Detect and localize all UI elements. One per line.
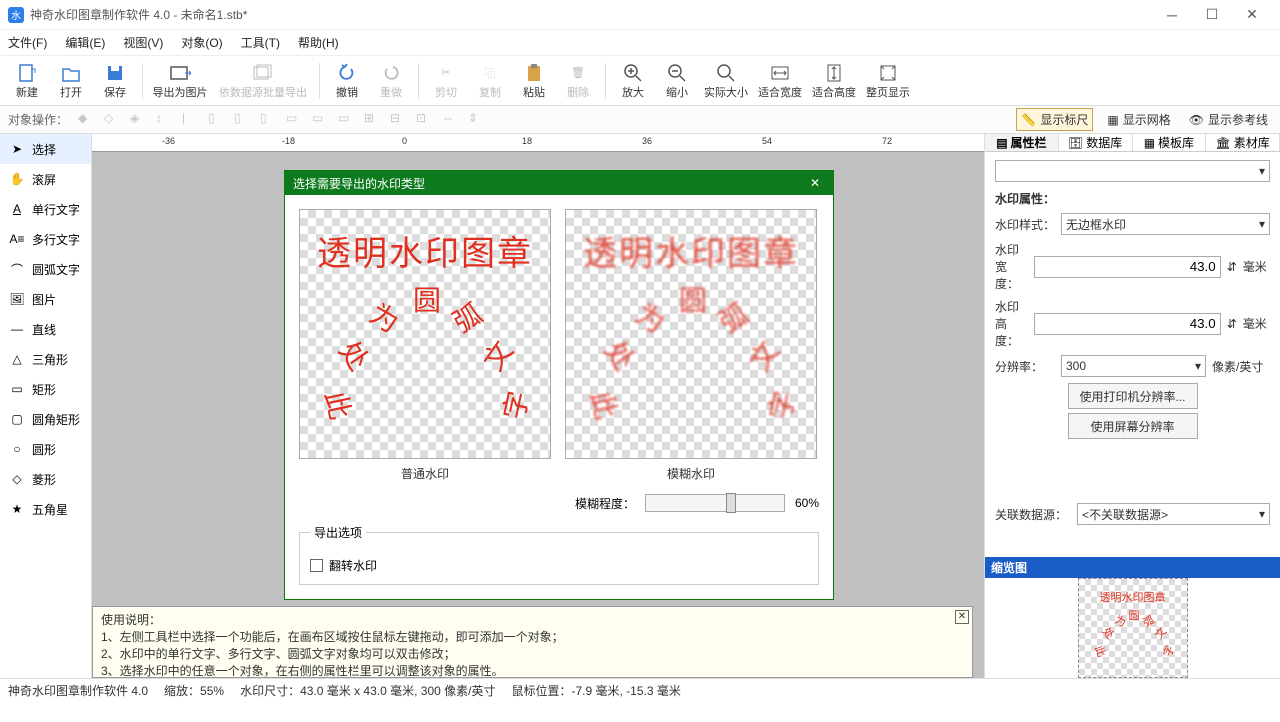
thumbnail-header: 缩览图 [985,557,1280,578]
export-options: 导出选项 翻转水印 [299,524,819,585]
tb-copy[interactable]: ⿻复制 [469,57,511,105]
checkbox-icon [310,559,323,572]
tab-templates[interactable]: ▦ 模板库 [1133,134,1207,151]
help-close-button[interactable]: ✕ [955,610,969,624]
tb-open[interactable]: 打开 [50,57,92,105]
ruler-horizontal: -36 -18 0 18 36 54 72 [92,134,984,152]
tb-new[interactable]: 新建 [6,57,48,105]
object-selector[interactable]: ▾ [995,160,1270,182]
dialog-title: 选择需要导出的水印类型 [293,175,425,192]
tb-fit-width[interactable]: 适合宽度 [754,57,806,105]
height-input[interactable] [1034,313,1221,335]
btn-printer-res[interactable]: 使用打印机分辨率... [1068,383,1198,409]
tb-zoom-out[interactable]: 缩小 [656,57,698,105]
status-mouse: 鼠标位置：-7.9 毫米, -15.3 毫米 [511,682,680,699]
tool-text-arc[interactable]: ⌒圆弧文字 [0,254,91,284]
props-title: 水印属性： [995,190,1270,207]
toggle-grid[interactable]: ▦显示网格 [1103,109,1174,130]
datasource-select[interactable]: <不关联数据源>▾ [1077,503,1270,525]
export-dialog: 选择需要导出的水印类型 ✕ 透明水印图章 此 处 为 圆 弧 文 字 [284,170,834,600]
menu-view[interactable]: 视图(V) [123,34,163,51]
tb-redo[interactable]: 重做 [370,57,412,105]
blur-slider[interactable] [645,494,785,512]
objbar-label: 对象操作： [8,111,68,128]
app-icon: 水 [8,7,24,23]
dialog-close-button[interactable]: ✕ [805,176,825,190]
toggle-ruler[interactable]: 📏显示标尺 [1016,108,1093,131]
tool-line[interactable]: —直线 [0,314,91,344]
status-bar: 神奇水印图章制作软件 4.0 缩放：55% 水印尺寸：43.0 毫米 x 43.… [0,678,1280,702]
title-bar: 水 神奇水印图章制作软件 4.0 - 未命名1.stb* ─ ☐ ✕ [0,0,1280,30]
toggle-guide[interactable]: 👁显示参考线 [1185,109,1272,130]
menu-bar: 文件(F) 编辑(E) 视图(V) 对象(O) 工具(T) 帮助(H) [0,30,1280,56]
tool-roundrect[interactable]: ▢圆角矩形 [0,404,91,434]
left-tool-panel: ➤选择 ✋滚屏 A单行文字 A≡多行文字 ⌒圆弧文字 🖼图片 —直线 △三角形 … [0,134,92,678]
menu-file[interactable]: 文件(F) [8,34,47,51]
tool-rect[interactable]: ▭矩形 [0,374,91,404]
tab-database[interactable]: 🗄 数据库 [1059,134,1133,151]
tb-zoom-in[interactable]: 放大 [612,57,654,105]
maximize-button[interactable]: ☐ [1192,1,1232,29]
tb-fit-page[interactable]: 整页显示 [862,57,914,105]
tool-triangle[interactable]: △三角形 [0,344,91,374]
help-panel: ✕ 使用说明： 1、左侧工具栏中选择一个功能后，在画布区域按住鼠标左键拖动，即可… [92,606,973,678]
minimize-button[interactable]: ─ [1152,1,1192,29]
tool-image[interactable]: 🖼图片 [0,284,91,314]
status-zoom: 缩放：55% [164,682,224,699]
flip-checkbox[interactable]: 翻转水印 [310,557,808,574]
blur-label: 模糊程度： [575,495,635,512]
tool-select[interactable]: ➤选择 [0,134,91,164]
tab-properties[interactable]: ▤ 属性栏 [985,134,1059,151]
tb-paste[interactable]: 粘贴 [513,57,555,105]
thumbnail: 透明水印图章 此 处 为 圆 弧 文 字 [1078,578,1188,678]
tb-export-image[interactable]: 导出为图片 [149,57,211,105]
tb-save[interactable]: 保存 [94,57,136,105]
menu-object[interactable]: 对象(O) [181,34,222,51]
tb-undo[interactable]: 撤销 [326,57,368,105]
tab-assets[interactable]: 🏛 素材库 [1206,134,1280,151]
resolution-select[interactable]: 300▾ [1061,355,1206,377]
tb-batch-export[interactable]: 依数据源批量导出 [213,57,313,105]
tb-actual-size[interactable]: 实际大小 [700,57,752,105]
style-select[interactable]: 无边框水印▾ [1061,213,1270,235]
object-toolbar: 对象操作： ◆◇◈↕|▯▯▯▭▭▭⊞⊟⊡⇔⇕ 📏显示标尺 ▦显示网格 👁显示参考… [0,106,1280,134]
status-size: 水印尺寸：43.0 毫米 x 43.0 毫米, 300 像素/英寸 [240,682,495,699]
tool-star[interactable]: ★五角星 [0,494,91,524]
preview-normal[interactable]: 透明水印图章 此 处 为 圆 弧 文 字 普通水印 [299,209,551,482]
right-panel: ▤ 属性栏 🗄 数据库 ▦ 模板库 🏛 素材库 ▾ 水印属性： 水印样式： 无边… [984,134,1280,678]
width-input[interactable] [1034,256,1221,278]
tool-circle[interactable]: ○圆形 [0,434,91,464]
blur-value: 60% [795,496,819,510]
tb-delete[interactable]: 🗑删除 [557,57,599,105]
preview-blur[interactable]: 透明水印图章 此 处 为 圆 弧 文 字 模糊水印 [565,209,817,482]
btn-screen-res[interactable]: 使用屏幕分辨率 [1068,413,1198,439]
tb-fit-height[interactable]: 适合高度 [808,57,860,105]
tb-cut[interactable]: ✂剪切 [425,57,467,105]
status-app: 神奇水印图章制作软件 4.0 [8,682,148,699]
tool-diamond[interactable]: ◇菱形 [0,464,91,494]
menu-edit[interactable]: 编辑(E) [65,34,105,51]
tool-pan[interactable]: ✋滚屏 [0,164,91,194]
menu-help[interactable]: 帮助(H) [298,34,339,51]
main-toolbar: 新建 打开 保存 导出为图片 依数据源批量导出 撤销 重做 ✂剪切 ⿻复制 粘贴… [0,56,1280,106]
thumbnail-area: 透明水印图章 此 处 为 圆 弧 文 字 [985,578,1280,678]
close-button[interactable]: ✕ [1232,1,1272,29]
window-title: 神奇水印图章制作软件 4.0 - 未命名1.stb* [30,6,247,23]
tool-text-multi[interactable]: A≡多行文字 [0,224,91,254]
menu-tools[interactable]: 工具(T) [241,34,280,51]
tool-text-single[interactable]: A单行文字 [0,194,91,224]
